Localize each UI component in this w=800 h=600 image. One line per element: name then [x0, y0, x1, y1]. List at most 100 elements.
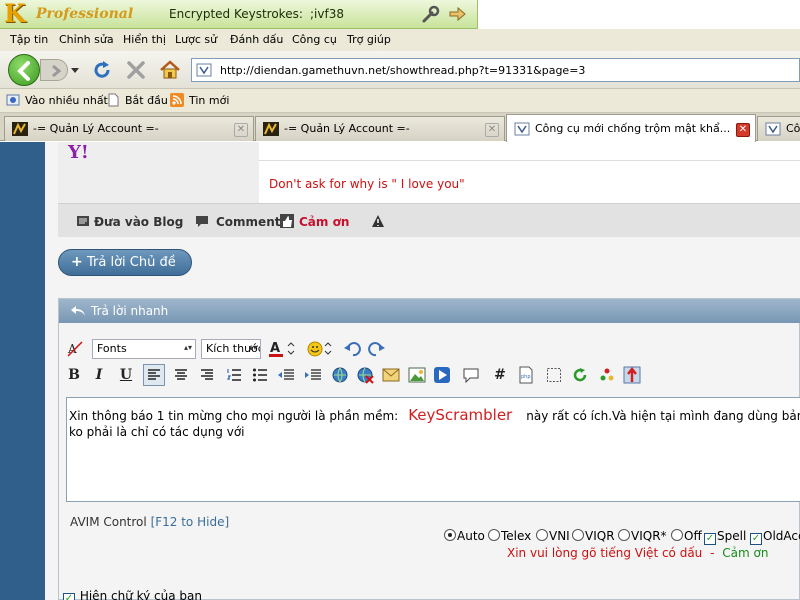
underline-icon[interactable]: U — [115, 364, 137, 386]
reload-icon[interactable] — [90, 59, 114, 81]
avim-option-auto[interactable]: Auto — [444, 529, 485, 543]
close-tab-icon[interactable]: ✕ — [234, 123, 248, 137]
checkbox-checked-icon[interactable]: ✓ — [63, 593, 75, 600]
bookmark-most-visited[interactable]: Vào nhiều nhất — [25, 94, 108, 107]
blog-icon — [77, 216, 89, 226]
hashtag-icon[interactable]: # — [489, 364, 511, 386]
menu-tools[interactable]: Công cụ — [292, 33, 337, 46]
back-button[interactable] — [8, 54, 40, 86]
radio-icon[interactable] — [671, 529, 683, 541]
remove-format-icon[interactable]: A — [64, 338, 86, 360]
avim-option-viqr[interactable]: VIQR — [572, 529, 615, 543]
menu-view[interactable]: Hiển thị — [123, 33, 166, 46]
italic-icon[interactable]: I — [88, 364, 110, 386]
tab-active[interactable]: Công cụ mới chống trộm mật khẩ... ✕ — [506, 114, 756, 142]
url-text[interactable]: http://diendan.gamethuvn.net/showthread.… — [220, 64, 585, 77]
bullet-list-icon[interactable] — [249, 364, 271, 386]
smiley-button[interactable] — [305, 338, 335, 360]
forward-button[interactable] — [40, 59, 68, 81]
select-all-icon[interactable] — [543, 364, 565, 386]
avim-option-oldacc[interactable]: ✓OldAcc — [750, 529, 800, 545]
menu-history[interactable]: Lược sử — [175, 33, 217, 46]
email-icon[interactable] — [380, 364, 402, 386]
avim-option-label: VNI — [549, 529, 570, 543]
page-content: Y! Don't ask for why is " I love you" Đư… — [0, 142, 800, 600]
insert-video-icon[interactable] — [431, 364, 453, 386]
url-bar[interactable]: http://diendan.gamethuvn.net/showthread.… — [191, 58, 800, 82]
bookmark-latest-news[interactable]: Tin mới — [189, 94, 229, 107]
align-left-icon[interactable] — [143, 364, 165, 386]
left-rail — [0, 142, 45, 600]
avim-option-viqr-star[interactable]: VIQR* — [618, 529, 667, 543]
menu-bar: Tập tin Chỉnh sửa Hiển thị Lược sử Đánh … — [0, 29, 800, 51]
avim-option-vni[interactable]: VNI — [536, 529, 570, 543]
message-editor[interactable]: Xin thông báo 1 tin mừng cho mọi người l… — [66, 397, 800, 502]
wrench-icon[interactable] — [421, 4, 441, 24]
tab-account-2[interactable]: -= Quản Lý Account =- ✕ — [255, 116, 505, 141]
menu-help[interactable]: Trợ giúp — [347, 33, 391, 46]
upload-icon[interactable] — [621, 364, 643, 386]
checkbox-checked-icon[interactable]: ✓ — [704, 533, 716, 545]
avim-hide-link[interactable]: [F12 to Hide] — [151, 515, 230, 529]
reply-arrow-icon — [71, 306, 85, 316]
history-dropdown-icon[interactable] — [68, 63, 82, 77]
insert-link-icon[interactable] — [329, 364, 351, 386]
bookmark-getting-started[interactable]: Bắt đầu — [125, 94, 168, 107]
blog-link[interactable]: Đưa vào Blog — [94, 215, 183, 229]
outdent-icon[interactable] — [275, 364, 297, 386]
avim-option-off[interactable]: Off — [671, 529, 702, 543]
menu-bookmarks[interactable]: Đánh dấu — [230, 33, 283, 46]
comment-link[interactable]: Comment — [216, 215, 280, 229]
page-favicon-icon — [765, 122, 781, 136]
radio-icon[interactable] — [572, 529, 584, 541]
radio-icon[interactable] — [618, 529, 630, 541]
quick-reply-title: Trả lời nhanh — [91, 304, 169, 318]
avim-option-spell[interactable]: ✓ Spell — [704, 529, 746, 545]
text-color-button[interactable]: A — [266, 338, 298, 360]
avim-option-telex[interactable]: Telex — [488, 529, 531, 543]
avim-option-label: OldAcc — [763, 529, 800, 543]
tab-bar: -= Quản Lý Account =- ✕ -= Quản Lý Accou… — [0, 113, 800, 142]
quote-icon[interactable] — [460, 364, 482, 386]
numbered-list-icon[interactable] — [223, 364, 245, 386]
align-center-icon[interactable] — [170, 364, 192, 386]
reply-thread-button[interactable]: + Trả lời Chủ đề — [58, 249, 192, 276]
remove-link-icon[interactable] — [354, 364, 376, 386]
close-tab-icon[interactable]: ✕ — [736, 123, 750, 137]
checkbox-checked-icon[interactable]: ✓ — [750, 533, 762, 545]
home-icon[interactable] — [158, 59, 182, 81]
font-family-select[interactable]: Fonts ▴▾ — [92, 339, 196, 359]
undo-icon[interactable] — [341, 338, 363, 360]
indent-icon[interactable] — [302, 364, 324, 386]
radio-icon[interactable] — [488, 529, 500, 541]
tab-account-1[interactable]: -= Quản Lý Account =- ✕ — [4, 116, 254, 141]
editor-toolbar-row-1: A Fonts ▴▾ Kích thước ▴▾ A — [59, 337, 800, 361]
refresh-green-icon[interactable] — [569, 364, 591, 386]
avim-option-label: VIQR* — [631, 529, 667, 543]
php-code-icon[interactable]: php — [515, 364, 537, 386]
font-size-select[interactable]: Kích thước ▴▾ — [201, 339, 261, 359]
thumbs-up-icon — [280, 214, 294, 228]
page-favicon-icon — [514, 122, 530, 136]
thanks-link[interactable]: Cảm ơn — [299, 215, 349, 229]
tab-overflow[interactable]: Côn — [757, 116, 800, 141]
menu-file[interactable]: Tập tin — [10, 33, 48, 46]
yahoo-messenger-icon[interactable]: Y! — [68, 142, 89, 163]
arrow-right-icon[interactable] — [447, 4, 467, 24]
menu-edit[interactable]: Chỉnh sửa — [59, 33, 114, 46]
redo-icon[interactable] — [366, 338, 388, 360]
avim-message-text: Xin vui lòng gõ tiếng Việt có dấu — [507, 546, 703, 560]
radio-icon[interactable] — [536, 529, 548, 541]
show-signature-option[interactable]: ✓ Hiện chữ ký của bạn — [63, 589, 202, 600]
radio-icon[interactable] — [444, 529, 456, 541]
insert-image-icon[interactable] — [406, 364, 428, 386]
stop-icon[interactable] — [124, 59, 148, 81]
close-tab-icon[interactable]: ✕ — [485, 123, 499, 137]
keyscrambler-bar: K Professional Encrypted Keystrokes: ;iv… — [0, 0, 478, 29]
balls-icon[interactable] — [596, 364, 618, 386]
forum-page: Y! Don't ask for why is " I love you" Đư… — [45, 142, 800, 600]
align-right-icon[interactable] — [196, 364, 218, 386]
bold-icon[interactable]: B — [63, 364, 85, 386]
warning-icon[interactable] — [371, 214, 385, 228]
font-family-value: Fonts — [97, 342, 127, 355]
